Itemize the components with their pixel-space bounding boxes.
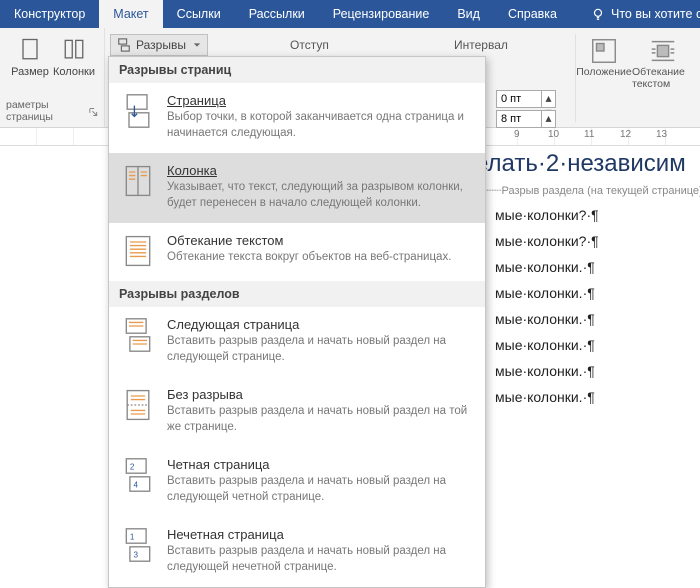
section-break-mark: ┈┈┈┈Разрыв раздела (на текущей странице)…	[475, 184, 700, 197]
svg-text:3: 3	[134, 551, 139, 560]
interval-group-label: Интервал	[454, 38, 508, 52]
columns-label: Колонки	[53, 66, 95, 78]
columns-button[interactable]: Колонки	[54, 32, 94, 78]
ruler-number: 12	[620, 129, 631, 140]
tab-layout[interactable]: Макет	[99, 0, 162, 28]
ruler-number: 10	[548, 129, 559, 140]
lightbulb-icon	[591, 7, 605, 21]
position-label: Положение	[576, 66, 632, 78]
tellme-label: Что вы хотите сделать?	[611, 7, 700, 21]
spacing-before-spinner[interactable]: ▴▾	[496, 90, 556, 108]
breaks-label: Разрывы	[136, 38, 186, 52]
columns-icon	[60, 36, 88, 64]
break-continuous-title: Без разрыва	[167, 387, 471, 402]
tab-view[interactable]: Вид	[443, 0, 494, 28]
size-button[interactable]: Размер	[10, 32, 50, 78]
break-page-item[interactable]: Страница Выбор точки, в которой заканчив…	[109, 83, 485, 153]
doc-heading: елать·2·независим	[475, 150, 700, 178]
page-breaks-header: Разрывы страниц	[109, 57, 485, 83]
oddpage-break-icon: 13	[123, 527, 153, 563]
break-nextpage-title: Следующая страница	[167, 317, 471, 332]
breaks-icon	[117, 38, 131, 52]
break-nextpage-item[interactable]: Следующая страница Вставить разрыв разде…	[109, 307, 485, 377]
page-setup-group: Размер Колонки раметры страницы	[0, 28, 105, 127]
break-textwrap-title: Обтекание текстом	[167, 233, 451, 248]
break-continuous-item[interactable]: Без разрыва Вставить разрыв раздела и на…	[109, 377, 485, 447]
spin-up-icon[interactable]: ▴	[542, 111, 555, 125]
position-icon	[589, 36, 619, 66]
break-oddpage-title: Нечетная страница	[167, 527, 471, 542]
spacing-after-spinner[interactable]: ▴▾	[496, 110, 556, 128]
doc-line: мые·колонки.·¶	[495, 337, 700, 353]
ruler-number: 9	[514, 129, 520, 140]
break-column-item[interactable]: Колонка Указывает, что текст, следующий …	[109, 153, 485, 223]
doc-line: мые·колонки.·¶	[495, 311, 700, 327]
break-column-desc: Указывает, что текст, следующий за разры…	[167, 180, 471, 211]
wrap-button[interactable]: Обтекание текстом	[632, 34, 694, 122]
position-button[interactable]: Положение	[576, 34, 632, 122]
svg-text:1: 1	[130, 533, 135, 542]
break-oddpage-desc: Вставить разрыв раздела и начать новый р…	[167, 544, 471, 575]
chevron-down-icon	[193, 41, 201, 49]
break-textwrap-desc: Обтекание текста вокруг объектов на веб-…	[167, 250, 451, 266]
break-textwrap-item[interactable]: Обтекание текстом Обтекание текста вокру…	[109, 223, 485, 281]
break-page-desc: Выбор точки, в которой заканчивается одн…	[167, 110, 471, 141]
indent-group-label: Отступ	[290, 38, 329, 52]
doc-line: мые·колонки?·¶	[495, 207, 700, 223]
svg-text:2: 2	[130, 463, 135, 472]
textwrap-break-icon	[123, 233, 153, 269]
wrap-label: Обтекание текстом	[632, 66, 694, 90]
breaks-dropdown: Разрывы страниц Страница Выбор точки, в …	[108, 56, 486, 588]
page-setup-group-label: раметры страницы	[6, 99, 85, 123]
doc-line: мые·колонки.·¶	[495, 259, 700, 275]
evenpage-break-icon: 24	[123, 457, 153, 493]
break-page-title: Страница	[167, 93, 471, 108]
tab-review[interactable]: Рецензирование	[319, 0, 444, 28]
size-label: Размер	[11, 66, 49, 78]
spacing-after-input[interactable]	[497, 111, 541, 127]
spin-up-icon[interactable]: ▴	[542, 91, 555, 105]
column-break-icon	[123, 163, 153, 199]
doc-line: мые·колонки.·¶	[495, 285, 700, 301]
break-evenpage-desc: Вставить разрыв раздела и начать новый р…	[167, 474, 471, 505]
tab-links[interactable]: Ссылки	[163, 0, 235, 28]
svg-text:4: 4	[134, 481, 139, 490]
wrap-icon	[648, 36, 678, 66]
page-break-icon	[123, 93, 153, 129]
doc-line: мые·колонки?·¶	[495, 233, 700, 249]
tab-mailings[interactable]: Рассылки	[235, 0, 319, 28]
break-nextpage-desc: Вставить разрыв раздела и начать новый р…	[167, 334, 471, 365]
ruler-number: 11	[584, 129, 594, 140]
page-size-icon	[16, 36, 44, 64]
break-column-title: Колонка	[167, 163, 471, 178]
doc-line: мые·колонки.·¶	[495, 363, 700, 379]
doc-line: мые·колонки.·¶	[495, 389, 700, 405]
breaks-button[interactable]: Разрывы	[110, 34, 208, 56]
ruler-number: 13	[656, 129, 667, 140]
tab-tellme[interactable]: Что вы хотите сделать?	[577, 0, 700, 28]
break-continuous-desc: Вставить разрыв раздела и начать новый р…	[167, 404, 471, 435]
break-evenpage-title: Четная страница	[167, 457, 471, 472]
ribbon-tabs: Конструктор Макет Ссылки Рассылки Реценз…	[0, 0, 700, 28]
break-evenpage-item[interactable]: 24 Четная страница Вставить разрыв разде…	[109, 447, 485, 517]
dialog-launcher-icon[interactable]	[89, 107, 98, 117]
arrange-group: Положение Обтекание текстом	[575, 34, 694, 122]
tab-help[interactable]: Справка	[494, 0, 571, 28]
section-breaks-header: Разрывы разделов	[109, 281, 485, 307]
break-oddpage-item[interactable]: 13 Нечетная страница Вставить разрыв раз…	[109, 517, 485, 587]
nextpage-break-icon	[123, 317, 153, 353]
tab-constructor[interactable]: Конструктор	[0, 0, 99, 28]
spacing-before-input[interactable]	[497, 91, 541, 107]
continuous-break-icon	[123, 387, 153, 423]
